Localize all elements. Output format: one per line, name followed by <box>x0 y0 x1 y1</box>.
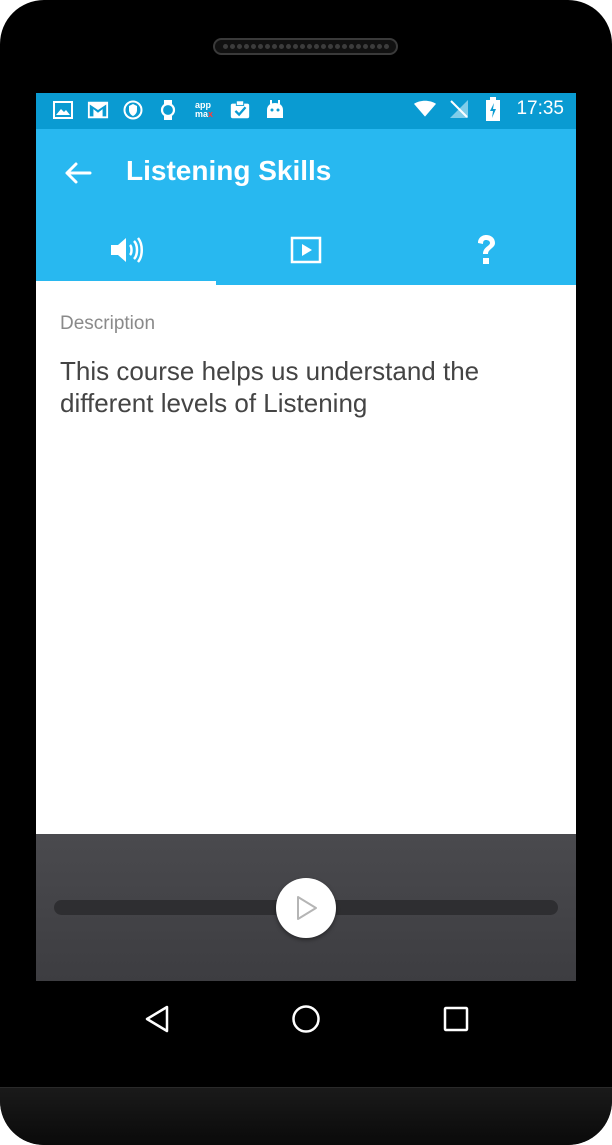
shield-icon <box>122 99 144 121</box>
app-toolbar: Listening Skills <box>36 129 576 215</box>
gmail-icon <box>87 99 109 121</box>
appmax-icon: app max <box>194 100 214 119</box>
speaker-icon <box>111 237 143 263</box>
arrow-left-icon <box>65 162 92 184</box>
status-time: 17:35 <box>516 98 564 119</box>
nav-back-button[interactable] <box>139 1001 175 1037</box>
video-play-icon <box>290 236 322 264</box>
screen: app max 17:35 Listening Skills Descripti… <box>36 93 576 981</box>
tab-quiz[interactable] <box>396 215 576 285</box>
audio-player <box>36 834 576 981</box>
recents-square-icon <box>443 1006 469 1032</box>
status-bar: app max 17:35 <box>36 93 576 129</box>
home-circle-icon <box>292 1005 320 1033</box>
play-icon <box>297 896 317 920</box>
tab-bar <box>36 215 576 285</box>
back-triangle-icon <box>145 1005 169 1033</box>
phone-bottom-bezel <box>0 1087 612 1145</box>
question-icon <box>478 235 495 264</box>
battery-charging-icon <box>482 97 504 121</box>
tab-audio[interactable] <box>36 215 216 285</box>
wifi-icon <box>414 98 437 120</box>
nav-home-button[interactable] <box>288 1001 324 1037</box>
earpiece-speaker <box>213 38 398 55</box>
description-text: This course helps us understand the diff… <box>60 356 480 418</box>
nav-recents-button[interactable] <box>438 1001 474 1037</box>
android-icon <box>264 99 286 121</box>
tab-video[interactable] <box>216 215 396 285</box>
clipboard-check-icon <box>229 99 251 121</box>
phone-frame: app max 17:35 Listening Skills Descripti… <box>0 0 612 1145</box>
back-button[interactable] <box>60 155 96 191</box>
description-label: Description <box>60 313 156 334</box>
content-area: Description This course helps us underst… <box>36 285 576 834</box>
image-icon <box>52 99 74 121</box>
play-button[interactable] <box>276 878 336 938</box>
watch-icon <box>157 99 179 121</box>
page-title: Listening Skills <box>126 155 332 186</box>
no-signal-icon <box>448 98 470 120</box>
system-nav-bar <box>36 981 576 1055</box>
